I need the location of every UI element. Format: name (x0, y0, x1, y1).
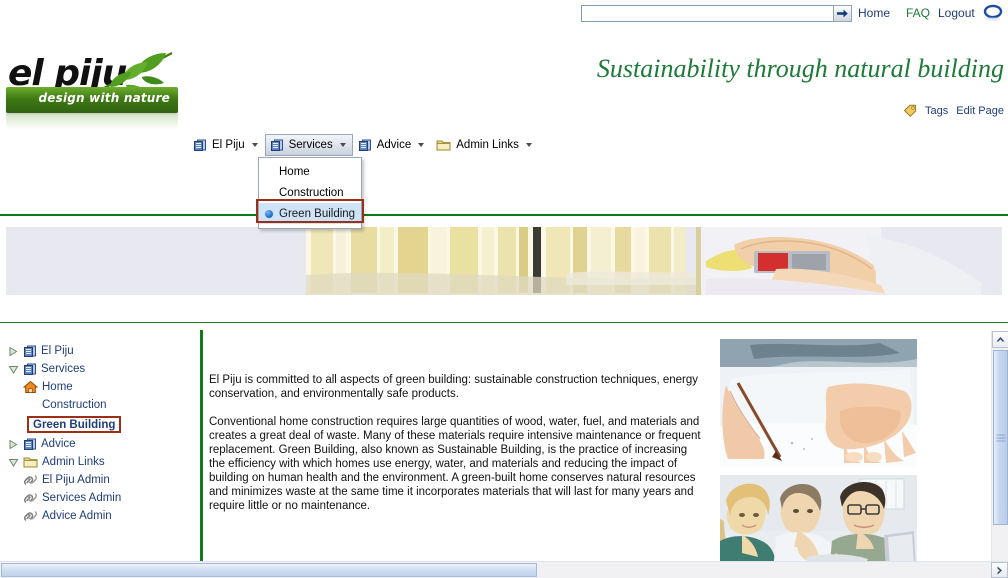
sidebar-item-label: Advice (41, 438, 76, 450)
sidebar-item-advice-admin[interactable]: Advice Admin (8, 507, 198, 525)
sidebar-item-admin-links[interactable]: Admin Links (8, 453, 198, 471)
menu-item-label: El Piju (212, 139, 245, 151)
page-stack-icon (194, 139, 206, 151)
logo-tagline: design with nature (38, 91, 170, 105)
chevron-down-icon (418, 143, 425, 147)
menu-item-services[interactable]: Services (264, 134, 353, 156)
main-content: El Piju is committed to all aspects of g… (203, 330, 986, 566)
scrollbar-grip-icon (996, 434, 1005, 441)
chevron-right-icon (997, 566, 1002, 574)
chevron-up-icon (996, 337, 1005, 342)
content-paragraph-2: Conventional home construction requires … (209, 415, 701, 512)
arrow-right-icon (837, 9, 848, 18)
sidebar-item-advice[interactable]: Advice (8, 435, 198, 453)
banner-image (6, 227, 1002, 309)
sidebar-item-label: Services Admin (42, 492, 122, 504)
link-icon (23, 475, 38, 485)
chevron-down-icon (339, 143, 346, 147)
top-link-faq[interactable]: FAQ (906, 6, 930, 20)
sidebar-item-el-piju-admin[interactable]: El Piju Admin (8, 471, 198, 489)
page-tools: Tags Edit Page (903, 104, 1004, 118)
logo-band: design with nature (6, 87, 178, 113)
page-stack-icon (24, 363, 36, 375)
sidebar-item-green-building[interactable]: Green Building (27, 416, 122, 433)
sidebar-item-services-admin[interactable]: Services Admin (8, 489, 198, 507)
divider-middle (0, 322, 1008, 323)
dropdown-item-home[interactable]: Home (259, 161, 361, 182)
menu-item-advice[interactable]: Advice (353, 134, 432, 156)
chevron-right-icon[interactable] (8, 439, 19, 450)
main-menu-bar: El Piju Services Advice Admin Links (188, 134, 539, 156)
menu-item-admin-links[interactable]: Admin Links (431, 134, 539, 156)
content-image-meeting (720, 475, 917, 566)
sidebar-item-label: El Piju (41, 345, 74, 357)
home-icon (23, 380, 38, 393)
sidebar-item-label: Advice Admin (42, 510, 112, 522)
chevron-right-icon[interactable] (8, 346, 19, 357)
vertical-scrollbar-thumb[interactable] (993, 350, 1008, 525)
dropdown-item-label: Construction (279, 186, 344, 199)
search-box (581, 5, 852, 22)
selected-bullet-icon (265, 209, 273, 218)
menu-item-label: Advice (376, 139, 412, 151)
dropdown-item-label: Green Building (279, 207, 356, 220)
chevron-down-icon (251, 143, 258, 147)
vertical-scrollbar[interactable] (991, 331, 1008, 561)
sidebar-item-construction[interactable]: Construction (8, 396, 198, 414)
oval-ring-icon (983, 4, 1003, 21)
scroll-right-button[interactable] (991, 562, 1008, 578)
link-icon (23, 493, 38, 503)
dropdown-item-label: Home (279, 165, 310, 178)
horizontal-scrollbar-thumb[interactable] (1, 563, 537, 577)
scroll-up-button[interactable] (992, 331, 1008, 348)
top-bar: Home FAQ Logout (0, 0, 1008, 28)
logo-reflection (6, 114, 178, 130)
meeting-photo (720, 475, 917, 566)
top-link-home[interactable]: Home (858, 6, 890, 20)
tags-link[interactable]: Tags (925, 105, 948, 117)
page-stack-icon (358, 139, 371, 151)
menu-item-label: Admin Links (456, 139, 519, 151)
folder-icon (23, 457, 38, 468)
drafting-photo (720, 339, 917, 467)
top-link-logout[interactable]: Logout (938, 6, 975, 20)
page-root: Home FAQ Logout el piju design with natu… (0, 0, 1008, 578)
sidebar-item-el-piju[interactable]: El Piju (8, 342, 198, 360)
chevron-down-icon[interactable] (8, 364, 19, 375)
content-image-drafting (720, 339, 917, 467)
folder-icon (436, 140, 451, 151)
chevron-down-icon[interactable] (8, 457, 19, 468)
page-stack-icon (24, 345, 36, 357)
account-avatar-icon[interactable] (983, 3, 1003, 23)
sidebar-item-green-building-wrap: Green Building (8, 414, 198, 435)
site-tagline: Sustainability through natural building (596, 54, 1004, 83)
banner-artwork (6, 227, 1002, 309)
sidebar-item-label: Green Building (33, 418, 116, 431)
search-submit-button[interactable] (833, 5, 852, 22)
edit-page-link[interactable]: Edit Page (956, 105, 1004, 117)
menu-item-label: Services (288, 139, 333, 151)
sidebar-item-label: El Piju Admin (42, 474, 110, 486)
sidebar-item-label: Home (42, 381, 73, 393)
divider-top (0, 214, 1008, 216)
link-icon (23, 511, 38, 521)
content-paragraph-1: El Piju is committed to all aspects of g… (209, 373, 699, 400)
sidebar-item-home[interactable]: Home (8, 378, 198, 396)
services-dropdown-menu: Home Construction Green Building (258, 157, 362, 229)
site-logo[interactable]: el piju design with nature (4, 47, 182, 132)
page-stack-icon (24, 438, 36, 450)
sidebar-tree: El Piju Services Home Construction Green… (0, 330, 198, 566)
menu-item-el-piju[interactable]: El Piju (188, 134, 265, 156)
dropdown-item-green-building[interactable]: Green Building (259, 203, 361, 224)
sidebar-item-services[interactable]: Services (8, 360, 198, 378)
sidebar-item-label: Admin Links (42, 456, 105, 468)
dropdown-item-construction[interactable]: Construction (259, 182, 361, 203)
sidebar-item-label: Construction (42, 399, 107, 411)
chevron-down-icon (525, 143, 532, 147)
horizontal-scrollbar[interactable] (0, 561, 1008, 578)
search-input[interactable] (581, 5, 833, 22)
sidebar-item-label: Services (41, 363, 86, 375)
tag-icon (903, 104, 917, 118)
page-stack-icon (270, 139, 283, 151)
